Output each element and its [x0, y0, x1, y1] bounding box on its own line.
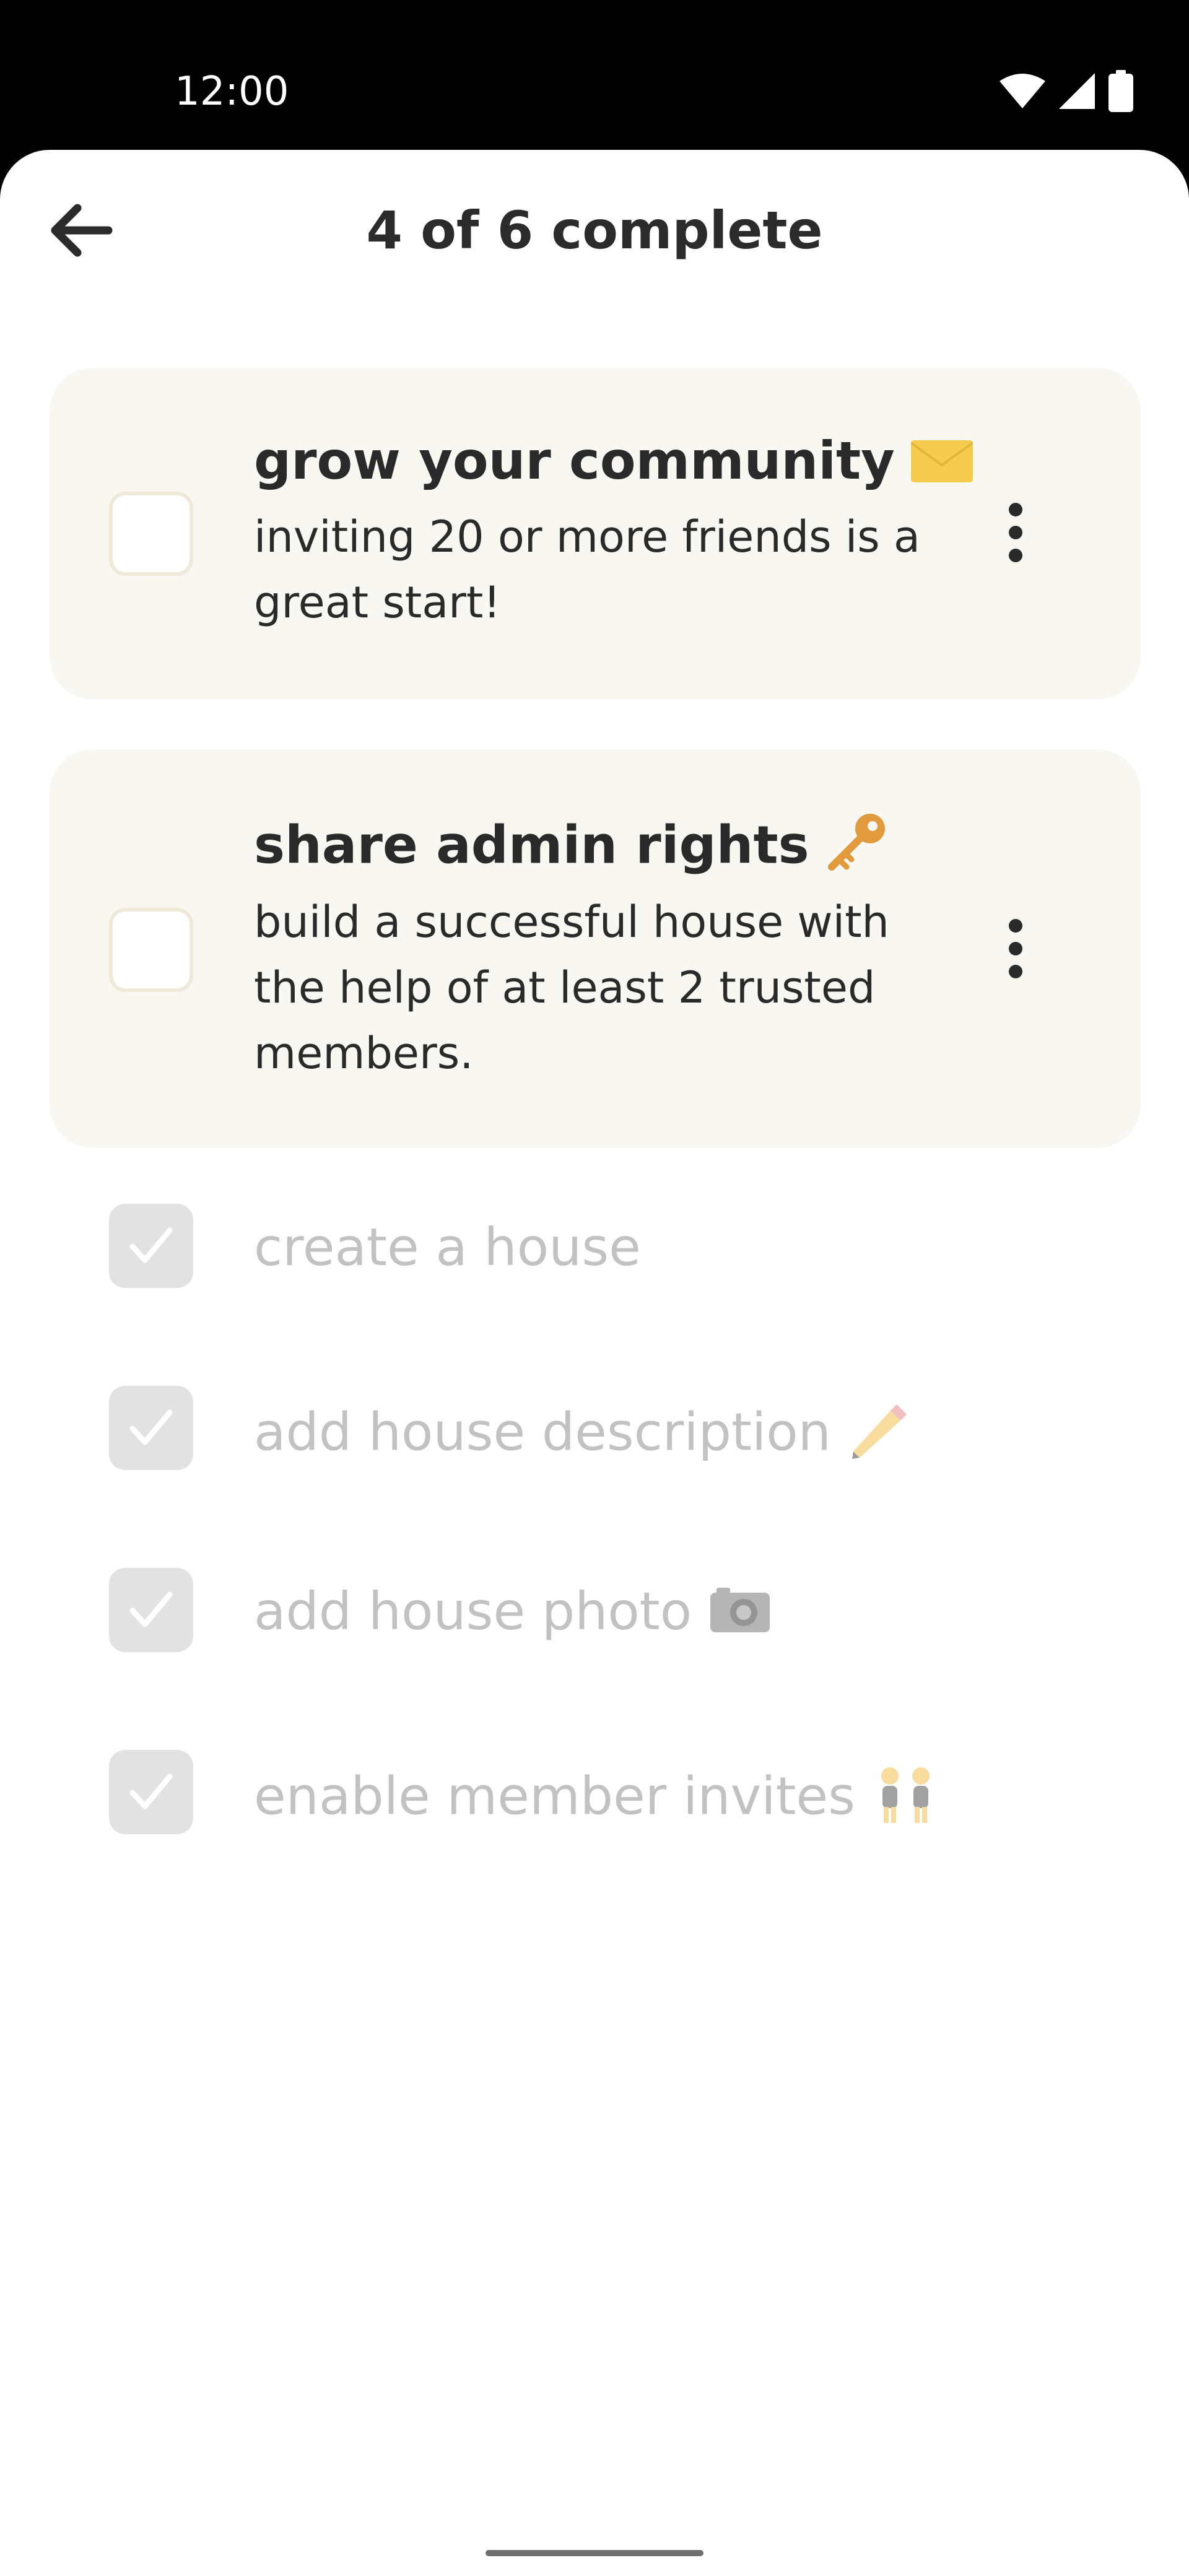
home-indicator[interactable] [486, 2550, 703, 2556]
task-checkbox[interactable] [109, 908, 193, 992]
task-checkbox[interactable] [109, 492, 193, 576]
key-emoji [825, 811, 887, 886]
battery-icon [1108, 70, 1133, 112]
task-title-text: grow your community [254, 430, 895, 491]
camera-emoji [708, 1583, 772, 1648]
more-dot [1009, 942, 1022, 955]
checkmark-icon [129, 1773, 173, 1809]
completed-item-label-row: add house description [254, 1398, 912, 1473]
more-vertical-icon [1009, 503, 1022, 516]
task-title: grow your community [254, 430, 974, 495]
more-dot [1009, 965, 1022, 978]
completed-item-house-description[interactable]: add house description [0, 1385, 1189, 1471]
task-title-text: share admin rights [254, 814, 809, 876]
task-description: inviting 20 or more friends is a great s… [254, 511, 920, 628]
completed-item-label: add house photo [254, 1581, 692, 1642]
people-emoji [871, 1762, 939, 1837]
page-title: 4 of 6 complete [366, 200, 823, 261]
completed-checkbox[interactable] [109, 1568, 193, 1652]
envelope-emoji [910, 433, 974, 495]
more-vertical-icon [1009, 919, 1022, 933]
task-card-share-admin: share admin rights build a successful ho… [50, 749, 1141, 1148]
more-dot [1009, 526, 1022, 539]
checkmark-icon [129, 1409, 173, 1445]
completed-item-label-row: add house photo [254, 1580, 772, 1648]
checkmark-icon [129, 1591, 173, 1627]
completed-checkbox[interactable] [109, 1204, 193, 1288]
completed-item-label: create a house [254, 1217, 641, 1277]
completed-item-label-row: enable member invites [254, 1762, 939, 1837]
task-description: build a successful house with the help o… [254, 897, 889, 1079]
status-bar: 12:00 [0, 0, 1189, 150]
more-options-button[interactable] [985, 489, 1047, 576]
completed-checkbox[interactable] [109, 1386, 193, 1470]
top-bar: 4 of 6 complete [0, 150, 1189, 305]
checklist-sheet: 4 of 6 complete grow your community invi… [0, 150, 1189, 2576]
task-card-grow-community: grow your community inviting 20 or more … [50, 368, 1141, 700]
checkmark-icon [129, 1227, 173, 1263]
pencil-emoji [847, 1398, 912, 1473]
more-dot [1009, 549, 1022, 562]
completed-item-house-photo[interactable]: add house photo [0, 1567, 1189, 1653]
cellular-signal-icon [1059, 73, 1095, 109]
more-options-button[interactable] [985, 905, 1047, 992]
status-icons [1000, 69, 1133, 113]
completed-checkbox[interactable] [109, 1750, 193, 1834]
wifi-icon [1000, 74, 1045, 108]
completed-item-member-invites[interactable]: enable member invites [0, 1749, 1189, 1835]
completed-item-label: add house description [254, 1401, 831, 1463]
completed-item-create-house[interactable]: create a house [0, 1203, 1189, 1289]
completed-item-label: enable member invites [254, 1765, 856, 1827]
status-time: 12:00 [175, 69, 289, 115]
task-title: share admin rights [254, 811, 887, 886]
